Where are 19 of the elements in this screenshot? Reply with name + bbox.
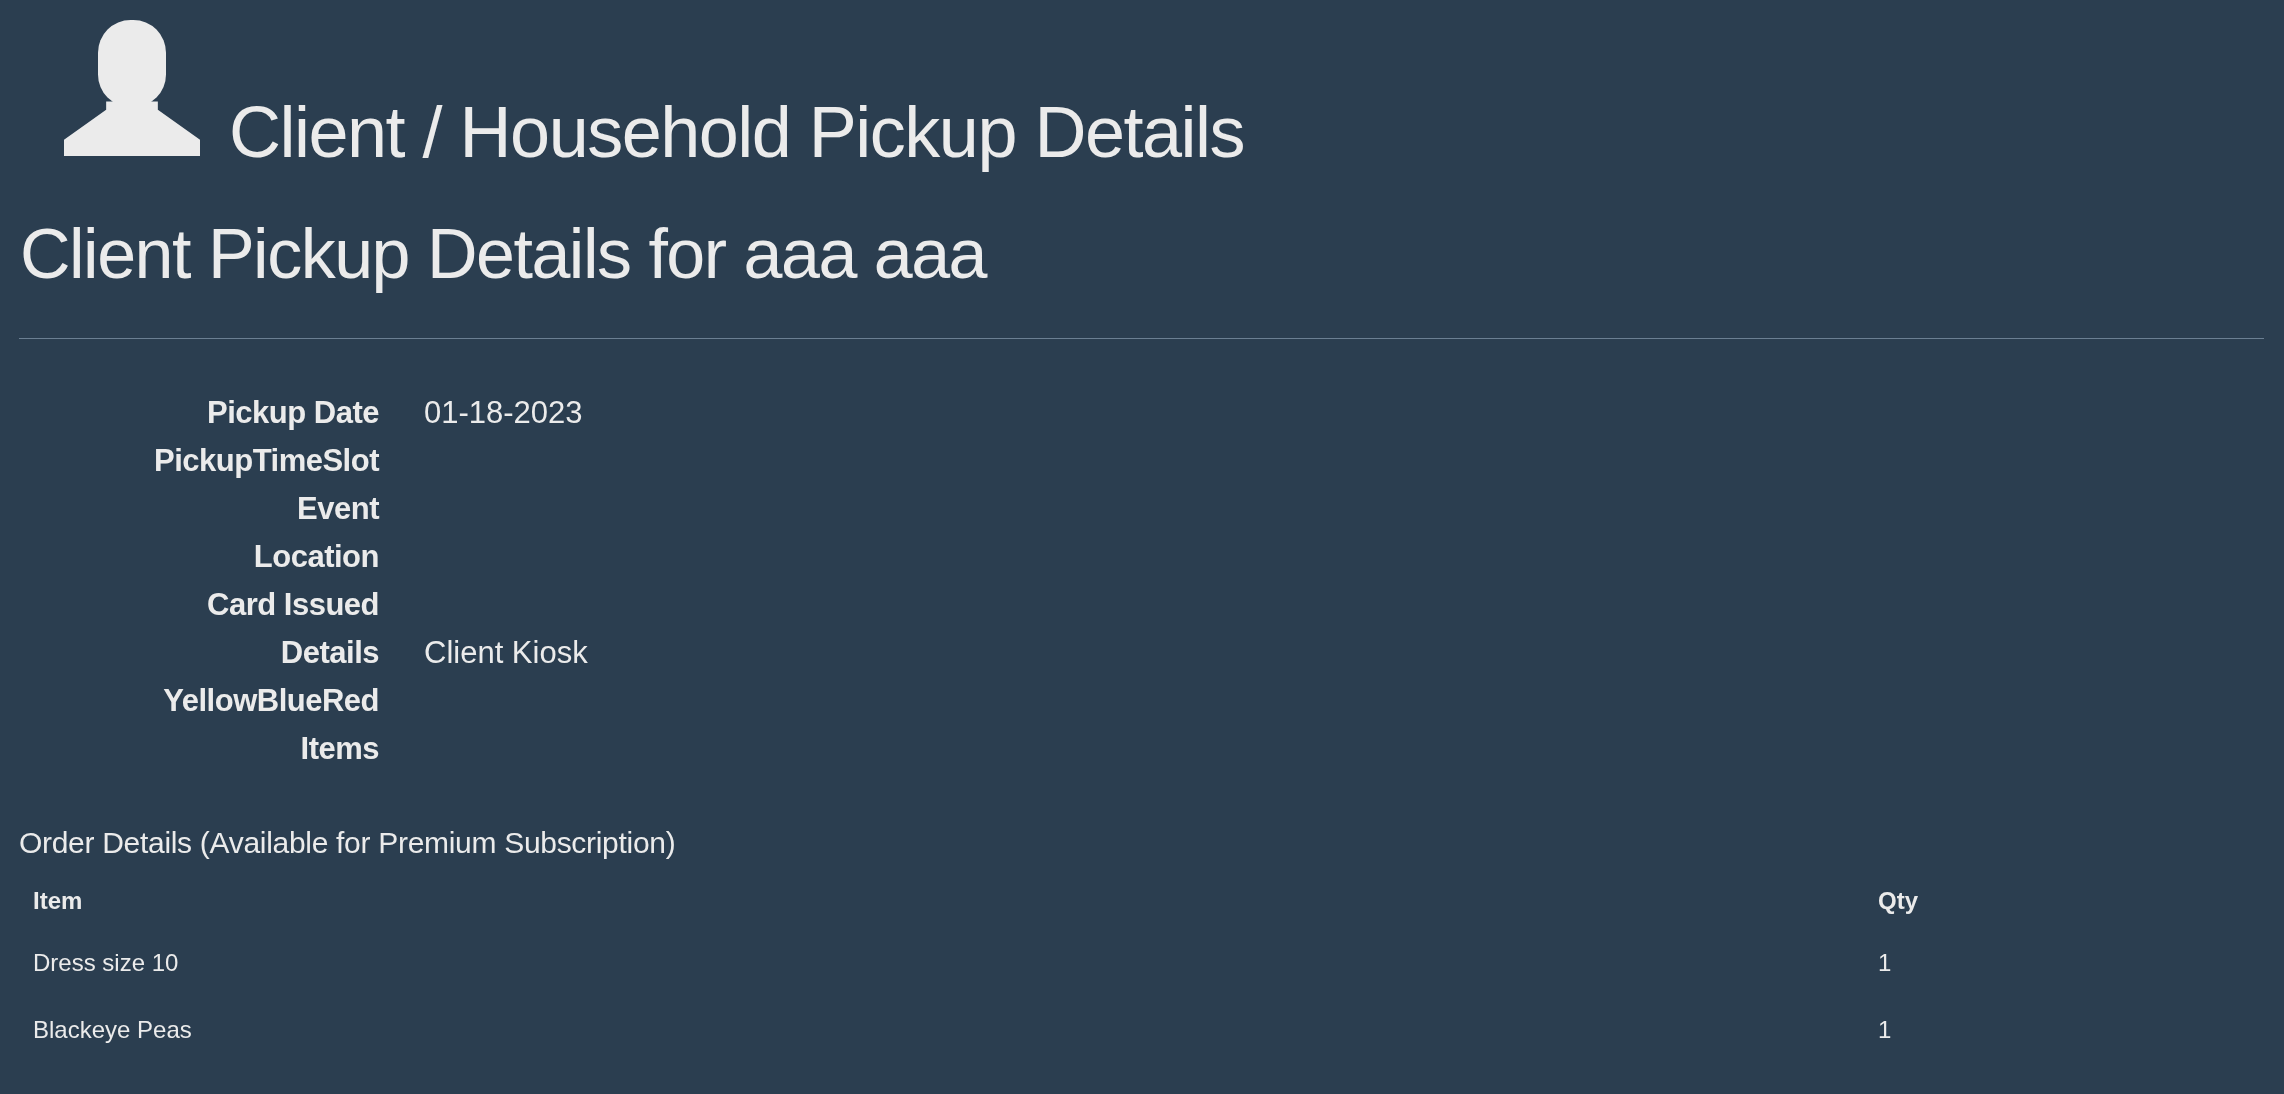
field-label: Card Issued	[206, 586, 379, 624]
field-label: PickupTimeSlot	[153, 442, 379, 480]
section-heading: Client Pickup Details for aaa aaa	[20, 216, 988, 293]
order-details-title: Order Details (Available for Premium Subscription)	[19, 825, 677, 861]
column-header: Qty	[1878, 887, 1918, 914]
field-label: Location	[252, 538, 379, 576]
user-silhouette-icon	[64, 20, 200, 156]
field-label: Items	[299, 730, 379, 768]
field-label: Details	[279, 634, 379, 672]
table-cell: 1	[1878, 1016, 1892, 1043]
field-label: YellowBlueRed	[162, 682, 379, 720]
field-label: Pickup Date	[206, 394, 379, 432]
column-header: Item	[33, 887, 83, 914]
table-cell: Blackeye Peas	[33, 1016, 192, 1043]
table-cell: 1	[1878, 949, 1892, 976]
field-value: 01-18-2023	[424, 395, 583, 430]
table-cell: Dress size 10	[33, 949, 179, 976]
field-label: Event	[296, 490, 379, 528]
field-value: Client Kiosk	[424, 635, 588, 670]
